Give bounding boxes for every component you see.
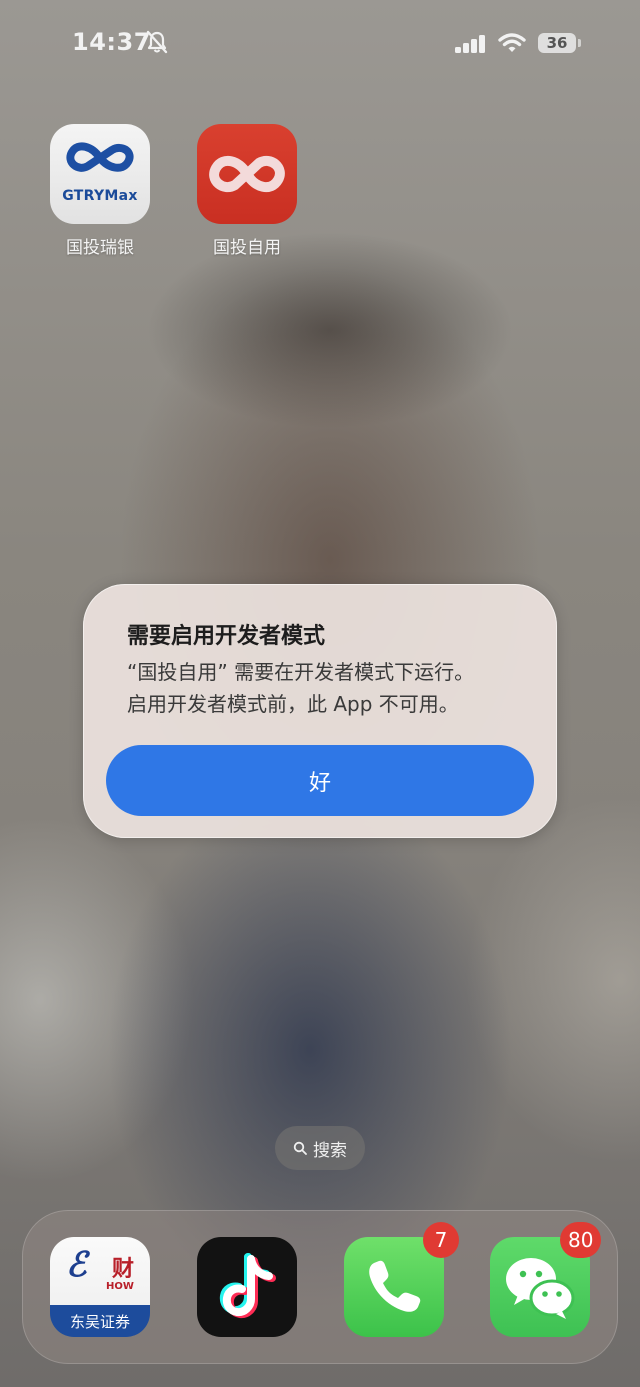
battery-tip xyxy=(578,39,581,47)
guotou-ziyong-icon xyxy=(197,124,297,224)
dock-app-tiktok[interactable] xyxy=(197,1237,297,1337)
dongwu-icon-text: 东吴证券 xyxy=(69,1313,130,1331)
battery-level: 36 xyxy=(546,34,568,52)
gtrymax-logo xyxy=(66,142,134,172)
cellular-signal-icon xyxy=(455,35,485,53)
phone-badge: 7 xyxy=(423,1222,459,1258)
dock-app-dongwu-securities[interactable]: ℰ 财 HOW 东吴证券 xyxy=(50,1237,150,1337)
alert-message-line-1: “国投自用” 需要在开发者模式下运行。 xyxy=(127,660,475,684)
dongwu-securities-icon: ℰ xyxy=(66,1245,87,1285)
alert-message: “国投自用” 需要在开发者模式下运行。 启用开发者模式前，此 App 不可用。 xyxy=(127,656,527,720)
alert-title: 需要启用开发者模式 xyxy=(127,624,326,649)
guotou-logo xyxy=(209,155,285,193)
bell-slash-icon xyxy=(146,30,168,54)
tiktok-icon xyxy=(219,1253,276,1319)
gtrymax-icon: GTRYMax xyxy=(50,124,150,224)
dongwu-cai-mark: 财 xyxy=(112,1257,135,1282)
search-label: 搜索 xyxy=(313,1140,347,1161)
developer-mode-alert: 需要启用开发者模式 “国投自用” 需要在开发者模式下运行。 启用开发者模式前，此… xyxy=(83,584,557,838)
status-time: 14:37 xyxy=(72,28,151,56)
app-guotou-ruiyin[interactable]: GTRYMax 国投瑞银 xyxy=(50,124,150,258)
app-label: 国投自用 xyxy=(213,238,281,258)
ok-button[interactable]: 好 xyxy=(106,745,534,816)
wifi-icon xyxy=(498,33,526,52)
dongwu-how-mark: HOW xyxy=(106,1281,134,1292)
app-label: 国投瑞银 xyxy=(66,238,134,258)
alert-message-line-2: 启用开发者模式前，此 App 不可用。 xyxy=(127,692,459,716)
spotlight-search-button[interactable]: 搜索 xyxy=(275,1126,365,1170)
app-guotou-ziyong[interactable]: 国投自用 xyxy=(197,124,297,258)
wechat-badge: 80 xyxy=(560,1222,602,1258)
battery-icon: 36 xyxy=(538,33,576,53)
search-icon xyxy=(293,1141,307,1155)
gtrymax-text: GTRYMax xyxy=(62,188,138,204)
